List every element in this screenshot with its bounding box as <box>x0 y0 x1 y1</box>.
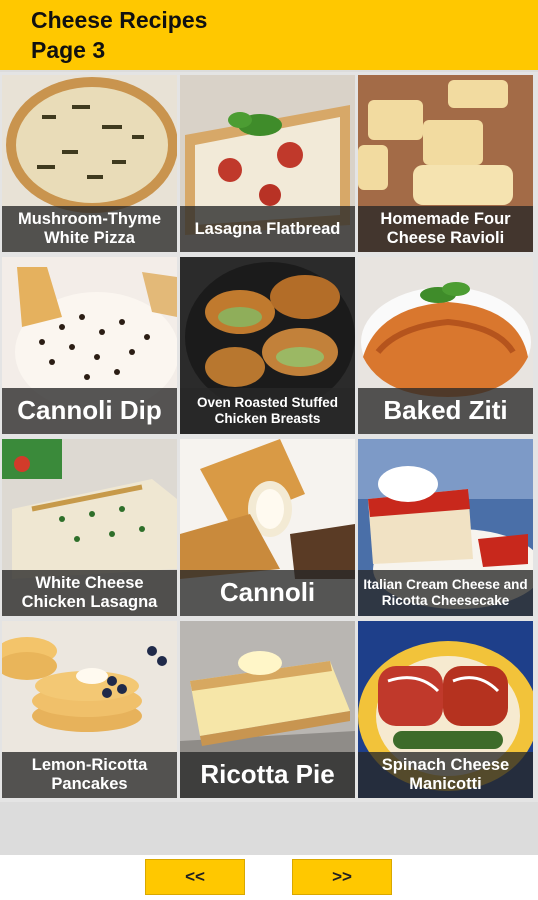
previous-page-button[interactable]: << <box>145 859 245 895</box>
recipe-tile-lasagna-flatbread[interactable]: Lasagna Flatbread <box>180 75 355 252</box>
recipe-tile-homemade-four-cheese-ravioli[interactable]: Homemade Four Cheese Ravioli <box>358 75 533 252</box>
recipe-title: Oven Roasted Stuffed Chicken Breasts <box>180 388 355 434</box>
page-subtitle: Page 3 <box>31 37 106 63</box>
recipe-title: Lemon-Ricotta Pancakes <box>2 752 177 798</box>
recipe-grid: Mushroom-Thyme White Pizza Lasagna Flatb… <box>0 72 538 802</box>
recipe-title: Cannoli <box>180 570 355 616</box>
recipe-tile-cannoli-dip[interactable]: Cannoli Dip <box>2 257 177 434</box>
recipe-title: Baked Ziti <box>358 388 533 434</box>
recipe-tile-white-cheese-chicken-lasagna[interactable]: White Cheese Chicken Lasagna <box>2 439 177 616</box>
recipe-tile-lemon-ricotta-pancakes[interactable]: Lemon-Ricotta Pancakes <box>2 621 177 798</box>
footer-bar <box>0 855 538 900</box>
recipe-tile-italian-cream-cheese-ricotta-cheesecake[interactable]: Italian Cream Cheese and Ricotta Cheesec… <box>358 439 533 616</box>
recipe-tile-mushroom-thyme-white-pizza[interactable]: Mushroom-Thyme White Pizza <box>2 75 177 252</box>
recipe-tile-oven-roasted-stuffed-chicken-breasts[interactable]: Oven Roasted Stuffed Chicken Breasts <box>180 257 355 434</box>
recipe-title: Ricotta Pie <box>180 752 355 798</box>
recipe-title: White Cheese Chicken Lasagna <box>2 570 177 616</box>
recipe-title: Italian Cream Cheese and Ricotta Cheesec… <box>358 570 533 616</box>
recipe-title: Cannoli Dip <box>2 388 177 434</box>
recipe-title: Spinach Cheese Manicotti <box>358 752 533 798</box>
page-title: Cheese Recipes <box>31 7 208 33</box>
recipe-tile-spinach-cheese-manicotti[interactable]: Spinach Cheese Manicotti <box>358 621 533 798</box>
recipe-tile-ricotta-pie[interactable]: Ricotta Pie <box>180 621 355 798</box>
app-header: Cheese Recipes Page 3 <box>0 0 538 70</box>
recipe-title: Lasagna Flatbread <box>180 206 355 252</box>
recipe-title: Mushroom-Thyme White Pizza <box>2 206 177 252</box>
recipe-tile-cannoli[interactable]: Cannoli <box>180 439 355 616</box>
next-page-button[interactable]: >> <box>292 859 392 895</box>
recipe-title: Homemade Four Cheese Ravioli <box>358 206 533 252</box>
recipe-tile-baked-ziti[interactable]: Baked Ziti <box>358 257 533 434</box>
